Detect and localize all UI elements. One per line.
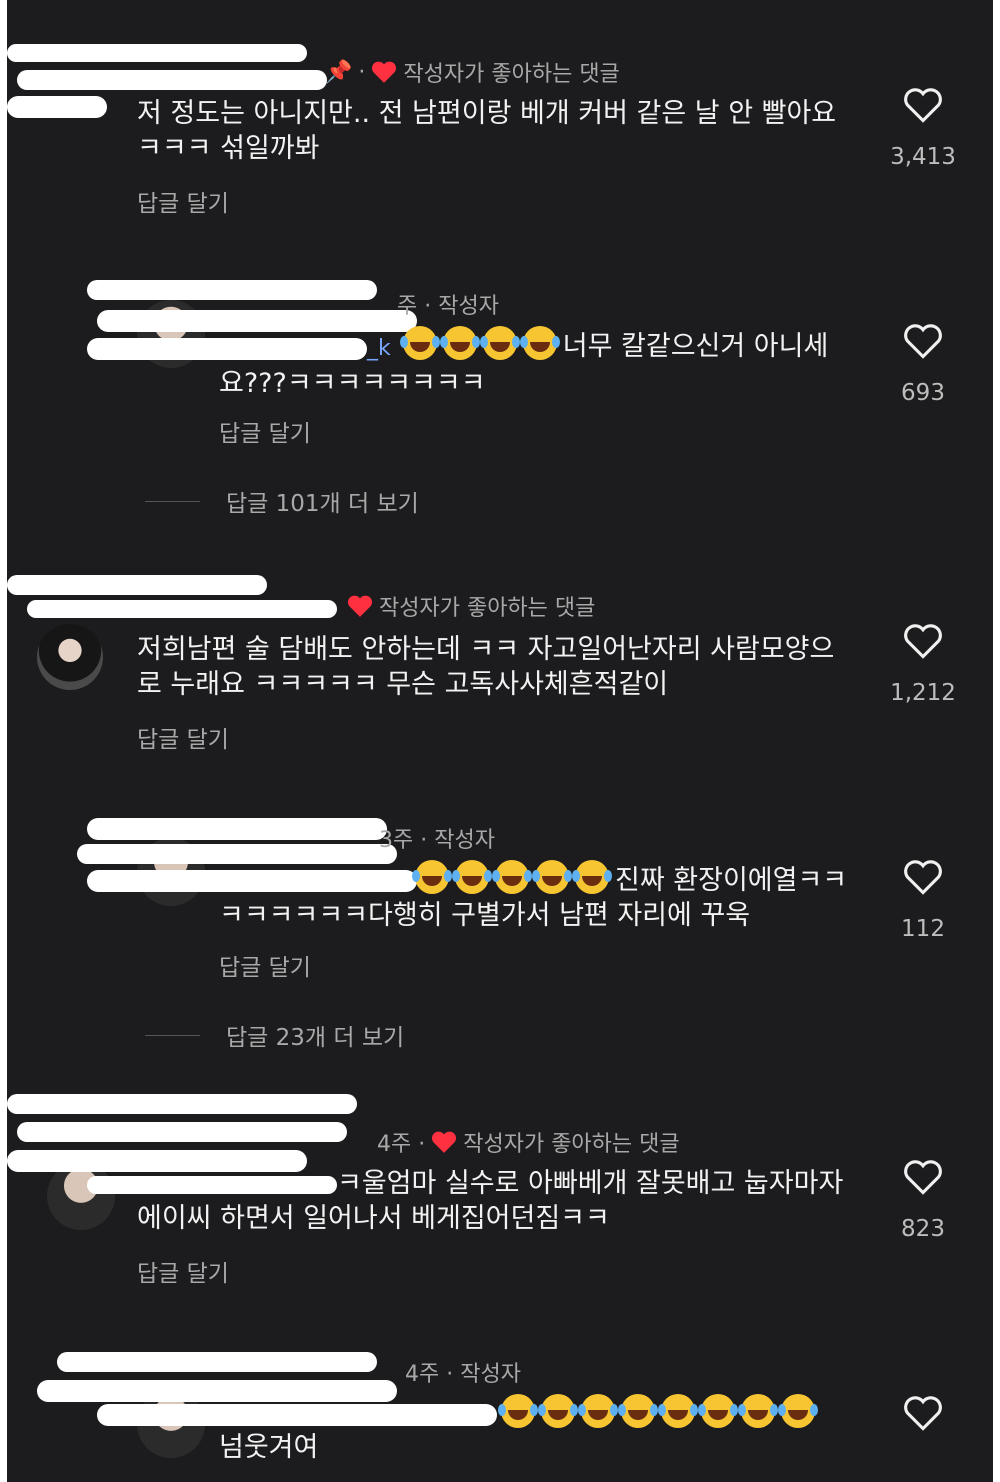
divider [145,1034,200,1036]
pin-icon: 📌 [325,59,353,85]
laughing-emoji-icon [492,860,529,894]
comment-text: ㅋ울엄마 실수로 아빠베개 잘못배고 눕자마자 에이씨 하면서 일어나서 베게집… [137,1168,844,1234]
avatar[interactable] [37,624,103,690]
laughing-emoji-icon [399,326,437,360]
comment-meta: 3주 · 작성자 [379,828,495,853]
author-liked-badge: 작성자가 좋아하는 댓글 [403,62,620,87]
like-count: 1,212 [890,680,956,706]
laughing-emoji-icon [698,1394,735,1428]
redaction-mark [97,1404,497,1426]
heart-outline-icon [904,88,942,123]
reply-button[interactable]: 답글 달기 [219,948,311,982]
like-count: 112 [901,916,945,942]
laughing-emoji-icon [479,326,517,360]
redaction-mark [37,1380,397,1402]
comment-text: 넘웃겨여 [219,1432,319,1463]
heart-outline-icon [904,1160,942,1195]
reply-button[interactable]: 답글 달기 [137,1254,229,1288]
laughing-emoji-icon [498,1394,535,1428]
redaction-mark [57,1352,377,1372]
redaction-mark [17,70,327,90]
redaction-mark [7,96,107,118]
comment-text: 저희남편 술 담배도 안하는데 ㅋㅋ 자고일어난자리 사람모양으로 누래요 ㅋㅋ… [137,634,835,700]
laughing-emoji-icon [439,326,477,360]
comment-meta: 작성자가 좋아하는 댓글 [347,590,595,622]
redaction-mark [7,1094,357,1114]
view-more-replies[interactable]: 답글 23개 더 보기 [145,1018,404,1052]
like-button[interactable] [887,1394,959,1436]
redaction-mark [27,600,337,618]
comments-screen: 📌 · 작성자가 좋아하는 댓글 저 정도는 아니지만.. 전 남편이랑 베개 … [7,0,993,1482]
avatar[interactable] [47,1162,115,1230]
laughing-emoji-icon [412,860,449,894]
laughing-emoji-icon [572,860,609,894]
redaction-mark [87,280,377,300]
redaction-mark [7,575,267,595]
like-count: 3,413 [890,144,956,170]
like-button[interactable]: 823 [887,1158,959,1242]
like-count: 823 [901,1216,945,1242]
comment-text: 저 정도는 아니지만.. 전 남편이랑 베개 커버 같은 날 안 빨아요 ㅋㅋㅋ… [137,98,837,164]
laughing-emoji-icon [658,1394,695,1428]
emoji-row [498,1394,821,1428]
heart-outline-icon [904,860,942,895]
laughing-emoji-icon [778,1394,815,1428]
laughing-emoji-icon [538,1394,575,1428]
redaction-mark [17,1122,347,1142]
heart-filled-icon [432,1131,457,1153]
reply-button[interactable]: 답글 달기 [137,184,229,218]
laughing-emoji-icon [452,860,489,894]
comment-meta: 주 · 작성자 [397,294,499,319]
comment-meta: 📌 · 작성자가 좋아하는 댓글 [325,56,620,88]
author-liked-badge: 작성자가 좋아하는 댓글 [379,596,596,621]
laughing-emoji-icon [618,1394,655,1428]
laughing-emoji-icon [519,326,557,360]
divider [145,500,200,502]
comment-text: _k 너무 칼같으신거 아니세요???ㅋㅋㅋㅋㅋㅋㅋㅋ [219,326,859,401]
comment-meta: 4주 · 작성자가 좋아하는 댓글 [377,1126,680,1158]
laughing-emoji-icon [532,860,569,894]
laughing-emoji-icon [738,1394,775,1428]
like-button[interactable]: 1,212 [887,622,959,706]
redaction-mark [87,818,387,840]
reply-button[interactable]: 답글 달기 [137,720,229,754]
heart-outline-icon [904,324,942,359]
view-more-replies[interactable]: 답글 101개 더 보기 [145,484,419,518]
heart-filled-icon [347,595,373,617]
like-button[interactable]: 112 [887,858,959,942]
mention[interactable]: _k [367,336,391,361]
laughing-emoji-icon [578,1394,615,1428]
heart-filled-icon [372,61,397,83]
reply-button[interactable]: 답글 달기 [219,414,311,448]
author-liked-badge: 작성자가 좋아하는 댓글 [463,1132,680,1157]
like-count: 693 [901,380,945,406]
heart-outline-icon [904,1396,942,1431]
comment-meta: 4주 · 작성자 [405,1362,521,1387]
like-button[interactable]: 3,413 [887,86,959,170]
redaction-mark [7,44,307,62]
heart-outline-icon [904,624,942,659]
comment-text: 진짜 환장이에열ㅋㅋㅋㅋㅋㅋㅋㅋ다행히 구별가서 남편 자리에 꾸욱 [219,860,859,933]
like-button[interactable]: 693 [887,322,959,406]
